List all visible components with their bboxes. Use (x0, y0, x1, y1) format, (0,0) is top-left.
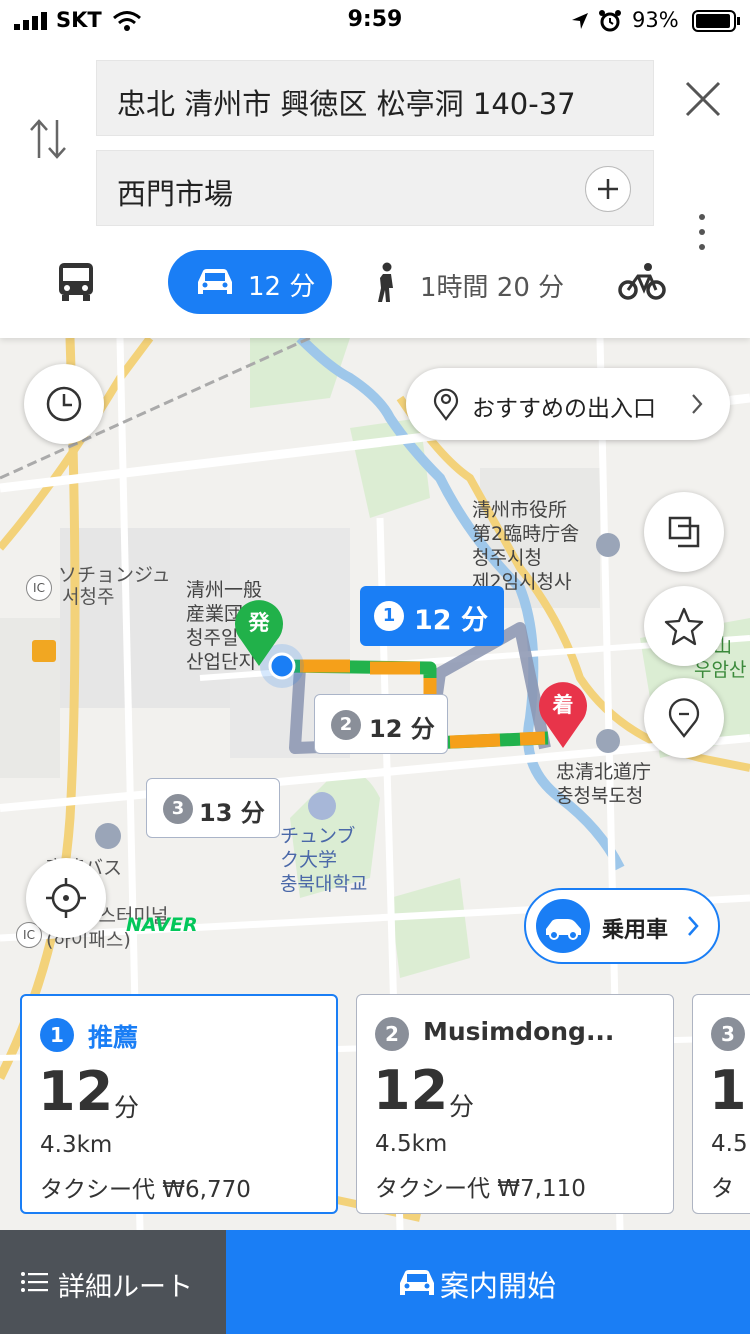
mode-bike-tab[interactable] (618, 250, 668, 314)
detail-route-button[interactable]: 詳細ルート (0, 1230, 226, 1334)
route-fare: タクシー代 ₩6,770 (40, 1177, 251, 1203)
route-number: 1 (40, 1018, 74, 1052)
chevron-right-icon (692, 394, 703, 414)
layers-icon (668, 516, 700, 548)
route-distance: 4.5km (375, 1131, 448, 1157)
route-card-1[interactable]: 1 推薦 12 分 4.3km タクシー代 ₩6,770 (20, 994, 338, 1214)
alarm-icon (599, 10, 621, 32)
route-bubble-2[interactable]: 2 12 分 (314, 694, 448, 754)
route-bubble-1[interactable]: 1 12 分 (360, 586, 504, 646)
route-bubble-num: 3 (163, 794, 193, 824)
label-provincial-office: 忠清北道庁 충청북도청 (556, 761, 652, 807)
route-number: 3 (711, 1017, 745, 1051)
start-pin-label: 発 (248, 611, 270, 635)
start-navigation-button[interactable]: 案内開始 (226, 1230, 750, 1334)
route-bubble-time: 13 分 (199, 799, 265, 827)
plus-icon (598, 179, 618, 199)
swap-icon[interactable] (28, 116, 68, 162)
favorite-button[interactable] (644, 586, 724, 666)
walk-time: 1時間 20 分 (420, 273, 565, 303)
mode-car-tab[interactable]: 12 分 (168, 250, 332, 314)
route-number: 2 (375, 1017, 409, 1051)
pin-outline-icon (668, 698, 700, 738)
destination-text: 西門市場 (117, 177, 234, 211)
route-bubble-num: 1 (374, 601, 404, 631)
departure-time-button[interactable] (24, 364, 104, 444)
bicycle-icon (618, 263, 666, 300)
route-search-header: 忠北 清州市 興徳区 松亭洞 140-37 西門市場 12 分 1時間 20 分 (0, 44, 750, 338)
battery-icon (692, 10, 740, 32)
current-location-button[interactable] (26, 858, 106, 938)
origin-text: 忠北 清州市 興徳区 松亭洞 140-37 (117, 87, 576, 121)
route-minutes: 12 (373, 1059, 449, 1122)
walk-icon (378, 262, 393, 302)
map-pin-button[interactable] (644, 678, 724, 758)
close-icon[interactable] (684, 80, 722, 118)
route-unit: 分 (449, 1092, 475, 1121)
ic-marker-1: IC (26, 575, 52, 601)
naver-logo: NAVER (126, 914, 198, 936)
car-icon (400, 1270, 434, 1295)
route-card-2[interactable]: 2 Musimdong... 12 分 4.5km タクシー代 ₩7,110 (356, 994, 674, 1214)
more-vertical-icon[interactable] (690, 212, 714, 252)
label-city-hall: 清州市役所 第2臨時庁舎 청주시청 제2임시청사 (472, 499, 580, 593)
detail-route-label: 詳細ルート (58, 1272, 193, 1303)
clock-icon (46, 386, 82, 422)
layers-button[interactable] (644, 492, 724, 572)
location-pin-icon (433, 388, 459, 421)
destination-input[interactable]: 西門市場 (96, 150, 654, 226)
start-pin[interactable]: 発 (232, 596, 286, 668)
star-icon (664, 607, 704, 646)
route-minutes: 12 (38, 1060, 114, 1123)
route-minutes: 13 (709, 1059, 750, 1122)
car-time: 12 分 (248, 272, 316, 302)
route-card-3[interactable]: 3 13 4.5 タ (692, 994, 750, 1214)
route-bubble-num: 2 (331, 710, 361, 740)
vehicle-type-button[interactable]: 乗用車 (524, 888, 720, 964)
origin-input[interactable]: 忠北 清州市 興徳区 松亭洞 140-37 (96, 60, 654, 136)
route-bubble-3[interactable]: 3 13 分 (146, 778, 280, 838)
status-bar: SKT 9:59 93% (0, 0, 750, 44)
vehicle-type-label: 乗用車 (602, 918, 669, 943)
bus-icon (59, 263, 93, 301)
route-distance: 4.5 (711, 1131, 748, 1157)
route-bubble-time: 12 分 (414, 605, 488, 636)
chevron-right-icon (688, 916, 699, 936)
location-arrow-icon (572, 13, 588, 29)
route-cards[interactable]: 1 推薦 12 分 4.3km タクシー代 ₩6,770 2 Musimdong… (0, 994, 750, 1216)
battery-percent: 93% (632, 8, 679, 32)
label-seocheongju-ko: 서청주 (62, 586, 115, 608)
mode-walk-tab[interactable]: 1時間 20 分 (370, 250, 600, 314)
recommended-entrance-button[interactable]: おすすめの出入口 (406, 368, 730, 440)
route-fare: タ (711, 1176, 734, 1202)
label-university: チュンブ ク大学 충북대학교 (280, 825, 368, 895)
start-navigation-label: 案内開始 (440, 1269, 557, 1303)
recommended-entrance-label: おすすめの出入口 (472, 396, 656, 422)
end-pin[interactable]: 着 (536, 678, 590, 750)
car-circle-icon (536, 899, 590, 953)
list-icon (21, 1272, 48, 1292)
car-icon (198, 269, 232, 294)
crosshair-icon (46, 878, 86, 918)
add-waypoint-button[interactable] (585, 166, 631, 212)
route-name: 推薦 (88, 1023, 139, 1052)
mode-transit-tab[interactable] (56, 250, 96, 314)
route-unit: 分 (114, 1093, 140, 1122)
route-fare: タクシー代 ₩7,110 (375, 1176, 586, 1202)
route-distance: 4.3km (40, 1132, 113, 1158)
label-seocheongju: ソチョンジュ (58, 564, 171, 586)
end-pin-label: 着 (552, 693, 574, 717)
route-name: Musimdong... (423, 1017, 615, 1046)
route-bubble-time: 12 分 (369, 715, 435, 743)
